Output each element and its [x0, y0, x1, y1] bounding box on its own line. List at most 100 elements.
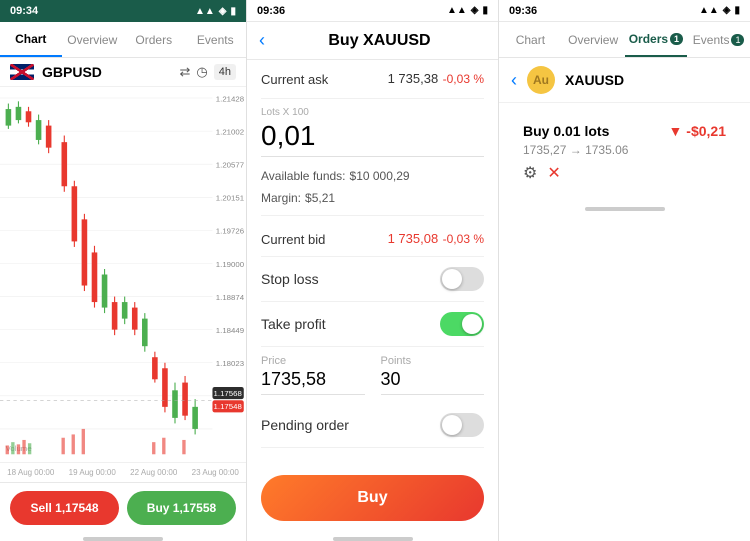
tab-overview-3[interactable]: Overview: [562, 22, 625, 57]
current-ask-values: 1 735,38 -0,03 %: [388, 70, 484, 88]
available-funds-value: $10 000,29: [350, 169, 410, 183]
status-icons-1: ▲▲ ◈ ▮: [195, 6, 236, 17]
current-bid-value: 1 735,08: [388, 231, 439, 246]
panel2-title: Buy XAUUSD: [273, 32, 486, 50]
date-axis: 18 Aug 00:00 19 Aug 00:00 22 Aug 00:00 2…: [0, 462, 246, 482]
take-profit-thumb: [462, 314, 482, 334]
take-profit-label: Take profit: [261, 316, 326, 332]
battery-icon: ▮: [230, 6, 236, 17]
timeframe-label[interactable]: 4h: [214, 64, 236, 80]
points-input[interactable]: [381, 369, 485, 395]
take-profit-row: Take profit: [261, 302, 484, 347]
tab-orders-3-label: Orders: [629, 32, 668, 46]
svg-text:1.20577: 1.20577: [216, 161, 244, 170]
tab-chart-3[interactable]: Chart: [499, 22, 562, 57]
tab-chart-3-label: Chart: [516, 33, 545, 47]
current-ask-value: 1 735,38: [388, 71, 439, 86]
home-indicator-3: [499, 203, 750, 211]
current-bid-label: Current bid: [261, 232, 325, 247]
back-button-2[interactable]: ‹: [259, 30, 265, 51]
wifi-icon: ◈: [219, 6, 227, 17]
buy-button[interactable]: Buy 1,17558: [127, 491, 236, 525]
date-2: 19 Aug 00:00: [69, 468, 116, 477]
xauusd-icon: Au: [527, 66, 555, 94]
tab-events-3[interactable]: Events 1: [687, 22, 750, 57]
svg-text:1.17568: 1.17568: [214, 389, 242, 398]
battery-icon-3: ▮: [734, 5, 740, 16]
signal-icon-3: ▲▲: [699, 5, 719, 16]
tab-chart-1[interactable]: Chart: [0, 22, 62, 57]
chart-area[interactable]: 1.21428 1.21002 1.20577 1.20151 1.19726 …: [0, 87, 246, 462]
battery-icon-2: ▮: [482, 5, 488, 16]
order-settings-button[interactable]: ⚙: [523, 163, 537, 183]
stop-loss-thumb: [442, 269, 462, 289]
wifi-icon-2: ◈: [471, 5, 479, 16]
tab-overview-1[interactable]: Overview: [62, 22, 124, 57]
orders-panel: 09:36 ▲▲ ◈ ▮ Chart Overview Orders 1 Eve…: [499, 0, 750, 541]
price-label: Price: [261, 355, 365, 367]
take-profit-toggle[interactable]: [440, 312, 484, 336]
buy-panel: 09:36 ▲▲ ◈ ▮ ‹ Buy XAUUSD Current ask 1 …: [247, 0, 499, 541]
tab-orders-1[interactable]: Orders: [123, 22, 185, 57]
svg-text:1.18449: 1.18449: [216, 326, 244, 335]
buy-large-button[interactable]: Buy: [261, 475, 484, 521]
stop-loss-toggle[interactable]: [440, 267, 484, 291]
svg-text:1.17548: 1.17548: [214, 402, 242, 411]
panel2-header: ‹ Buy XAUUSD: [247, 22, 498, 60]
tab-bar-1: Chart Overview Orders Events: [0, 22, 246, 58]
signal-icon-2: ▲▲: [447, 5, 467, 16]
available-funds-label: Available funds:: [261, 169, 346, 183]
status-icons-3: ▲▲ ◈ ▮: [699, 5, 740, 16]
divider-1: [261, 215, 484, 216]
order-actions: ⚙ ✕: [523, 163, 726, 183]
date-1: 18 Aug 00:00: [7, 468, 54, 477]
price-input[interactable]: [261, 369, 365, 395]
home-bar-2: [333, 537, 413, 541]
status-icons-2: ▲▲ ◈ ▮: [447, 5, 488, 16]
p3-instrument-row: ‹ Au XAUUSD: [499, 58, 750, 103]
home-indicator-1: [0, 533, 246, 541]
lots-sublabel: Lots X 100: [261, 107, 484, 118]
points-field: Points: [381, 355, 485, 395]
orders-badge: 1: [670, 33, 683, 45]
status-bar-2: 09:36 ▲▲ ◈ ▮: [247, 0, 498, 22]
instrument-name: GBPUSD: [42, 64, 172, 80]
home-indicator-2: [247, 533, 498, 541]
current-ask-label: Current ask: [261, 72, 328, 87]
pending-order-toggle[interactable]: [440, 413, 484, 437]
gbp-flag-icon: [10, 64, 34, 80]
current-bid-change: -0,03 %: [443, 232, 484, 246]
panel2-content: Current ask 1 735,38 -0,03 % Lots X 100 …: [247, 60, 498, 463]
sell-button[interactable]: Sell 1,17548: [10, 491, 119, 525]
margin-value: $5,21: [305, 191, 335, 205]
order-prices: 1735,27 → 1735.06: [523, 143, 726, 157]
wifi-icon-3: ◈: [723, 5, 731, 16]
current-ask-row: Current ask 1 735,38 -0,03 %: [261, 60, 484, 99]
svg-text:1.20151: 1.20151: [216, 194, 244, 203]
tab-events-1[interactable]: Events: [185, 22, 247, 57]
order-price-to: 1735.06: [585, 143, 628, 157]
svg-text:1.19000: 1.19000: [216, 260, 245, 269]
clock-icon[interactable]: ◷: [196, 64, 207, 80]
points-label: Points: [381, 355, 485, 367]
time-1: 09:34: [10, 5, 38, 17]
price-points-row: Price Points: [261, 347, 484, 403]
tab-bar-3: Chart Overview Orders 1 Events 1: [499, 22, 750, 58]
current-bid-values: 1 735,08 -0,03 %: [388, 230, 484, 248]
order-close-button[interactable]: ✕: [547, 163, 560, 183]
back-button-3[interactable]: ‹: [511, 70, 517, 91]
margin-row: Margin: $5,21: [261, 187, 484, 209]
svg-text:1.18874: 1.18874: [216, 293, 245, 302]
price-field: Price: [261, 355, 365, 395]
order-pnl: ▼ -$0,21: [669, 123, 726, 139]
lots-input[interactable]: [261, 120, 484, 157]
filter-icon[interactable]: ⇄: [180, 64, 191, 80]
candlestick-chart: 1.21428 1.21002 1.20577 1.20151 1.19726 …: [0, 87, 246, 462]
tab-orders-3[interactable]: Orders 1: [625, 22, 688, 57]
lots-section: Lots X 100: [261, 99, 484, 165]
order-header: Buy 0.01 lots ▼ -$0,21: [523, 123, 726, 139]
order-title: Buy 0.01 lots: [523, 123, 609, 139]
events-badge: 1: [731, 34, 744, 46]
order-pnl-value: -$0,21: [686, 123, 726, 139]
instrument-controls: ⇄ ◷ 4h: [180, 64, 237, 80]
